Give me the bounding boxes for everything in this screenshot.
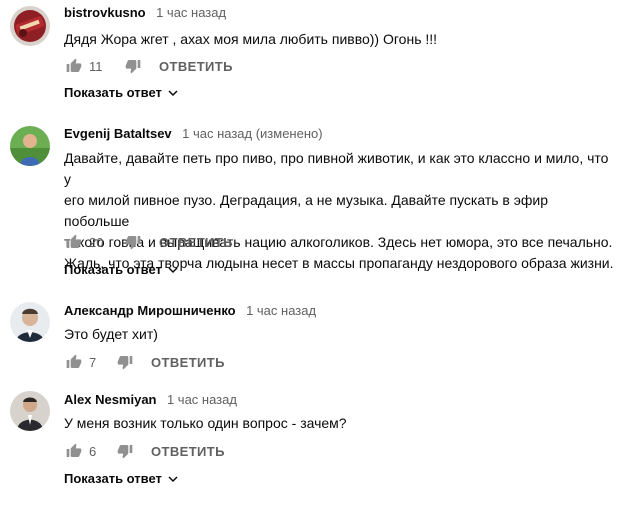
author-name[interactable]: Александр Мирошниченко [64, 303, 236, 318]
dislike-button[interactable] [115, 441, 135, 461]
avatar[interactable] [10, 126, 50, 166]
comment-body: Александр Мирошниченко 1 час назад Это б… [64, 300, 614, 370]
thumb-down-icon [125, 236, 141, 250]
chevron-down-icon [167, 264, 179, 276]
chevron-down-icon [167, 87, 179, 99]
comment-header: Evgenij Bataltsev 1 час назад (изменено) [64, 125, 614, 143]
comment-text: Давайте, давайте петь про пиво, про пивн… [64, 150, 614, 271]
comment-body: Alex Nesmiyan 1 час назад У меня возник … [64, 389, 614, 486]
like-button[interactable] [64, 441, 84, 461]
comment-body: Evgenij Bataltsev 1 час назад (изменено)… [64, 122, 614, 277]
comment-header: bistrovkusno 1 час назад [64, 4, 614, 22]
comment-item: bistrovkusno 1 час назад Дядя Жора жгет … [0, 0, 628, 110]
like-button[interactable] [64, 352, 84, 372]
comment-header: Alex Nesmiyan 1 час назад [64, 391, 614, 409]
author-name[interactable]: bistrovkusno [64, 5, 146, 20]
comment-actions: 20 ОТВЕТИТЬ [64, 232, 233, 252]
avatar[interactable] [10, 391, 50, 431]
like-count: 20 [89, 234, 104, 250]
show-replies-label: Показать ответ [64, 262, 162, 277]
dislike-button[interactable] [115, 352, 135, 372]
comment-text: Дядя Жора жгет , ахах моя мила любить пи… [64, 31, 438, 47]
reply-button[interactable]: ОТВЕТИТЬ [159, 235, 233, 250]
like-count: 11 [89, 58, 103, 74]
comment-timestamp[interactable]: 1 час назад [156, 5, 226, 20]
comment-text: Это будет хит) [64, 326, 158, 342]
comment-timestamp[interactable]: 1 час назад [167, 392, 237, 407]
thumb-up-icon [66, 58, 82, 72]
reply-button[interactable]: ОТВЕТИТЬ [159, 59, 233, 74]
thumb-up-icon [66, 443, 82, 457]
like-count: 7 [89, 354, 97, 370]
show-replies-button[interactable]: Показать ответ [64, 85, 179, 100]
comment-timestamp[interactable]: 1 час назад [246, 303, 316, 318]
dislike-button[interactable] [123, 232, 143, 252]
comment-timestamp[interactable]: 1 час назад (изменено) [182, 126, 322, 141]
comment-item: Александр Мирошниченко 1 час назад Это б… [0, 300, 628, 375]
thumb-down-icon [125, 60, 141, 74]
like-count: 6 [89, 443, 97, 459]
reply-button[interactable]: ОТВЕТИТЬ [151, 355, 225, 370]
comment-text: У меня возник только один вопрос - зачем… [64, 415, 347, 431]
comment-actions: 11 ОТВЕТИТЬ [64, 56, 233, 76]
thumb-down-icon [117, 445, 133, 459]
dislike-button[interactable] [123, 56, 143, 76]
like-button[interactable] [64, 56, 84, 76]
thumb-down-icon [117, 356, 133, 370]
avatar[interactable] [10, 302, 50, 342]
avatar[interactable] [10, 6, 50, 46]
comment-actions: 6 ОТВЕТИТЬ [64, 441, 225, 461]
comment-body: bistrovkusno 1 час назад Дядя Жора жгет … [64, 0, 614, 100]
comment-item: Evgenij Bataltsev 1 час назад (изменено)… [0, 122, 628, 287]
comment-header: Александр Мирошниченко 1 час назад [64, 302, 614, 320]
author-name[interactable]: Evgenij Bataltsev [64, 126, 172, 141]
reply-button[interactable]: ОТВЕТИТЬ [151, 444, 225, 459]
show-replies-button[interactable]: Показать ответ [64, 471, 179, 486]
author-name[interactable]: Alex Nesmiyan [64, 392, 157, 407]
show-replies-button[interactable]: Показать ответ [64, 262, 179, 277]
show-replies-label: Показать ответ [64, 85, 162, 100]
show-replies-label: Показать ответ [64, 471, 162, 486]
comment-actions: 7 ОТВЕТИТЬ [64, 352, 225, 372]
chevron-down-icon [167, 473, 179, 485]
comment-item: Alex Nesmiyan 1 час назад У меня возник … [0, 389, 628, 499]
thumb-up-icon [66, 354, 82, 368]
like-button[interactable] [64, 232, 84, 252]
thumb-up-icon [66, 234, 82, 248]
